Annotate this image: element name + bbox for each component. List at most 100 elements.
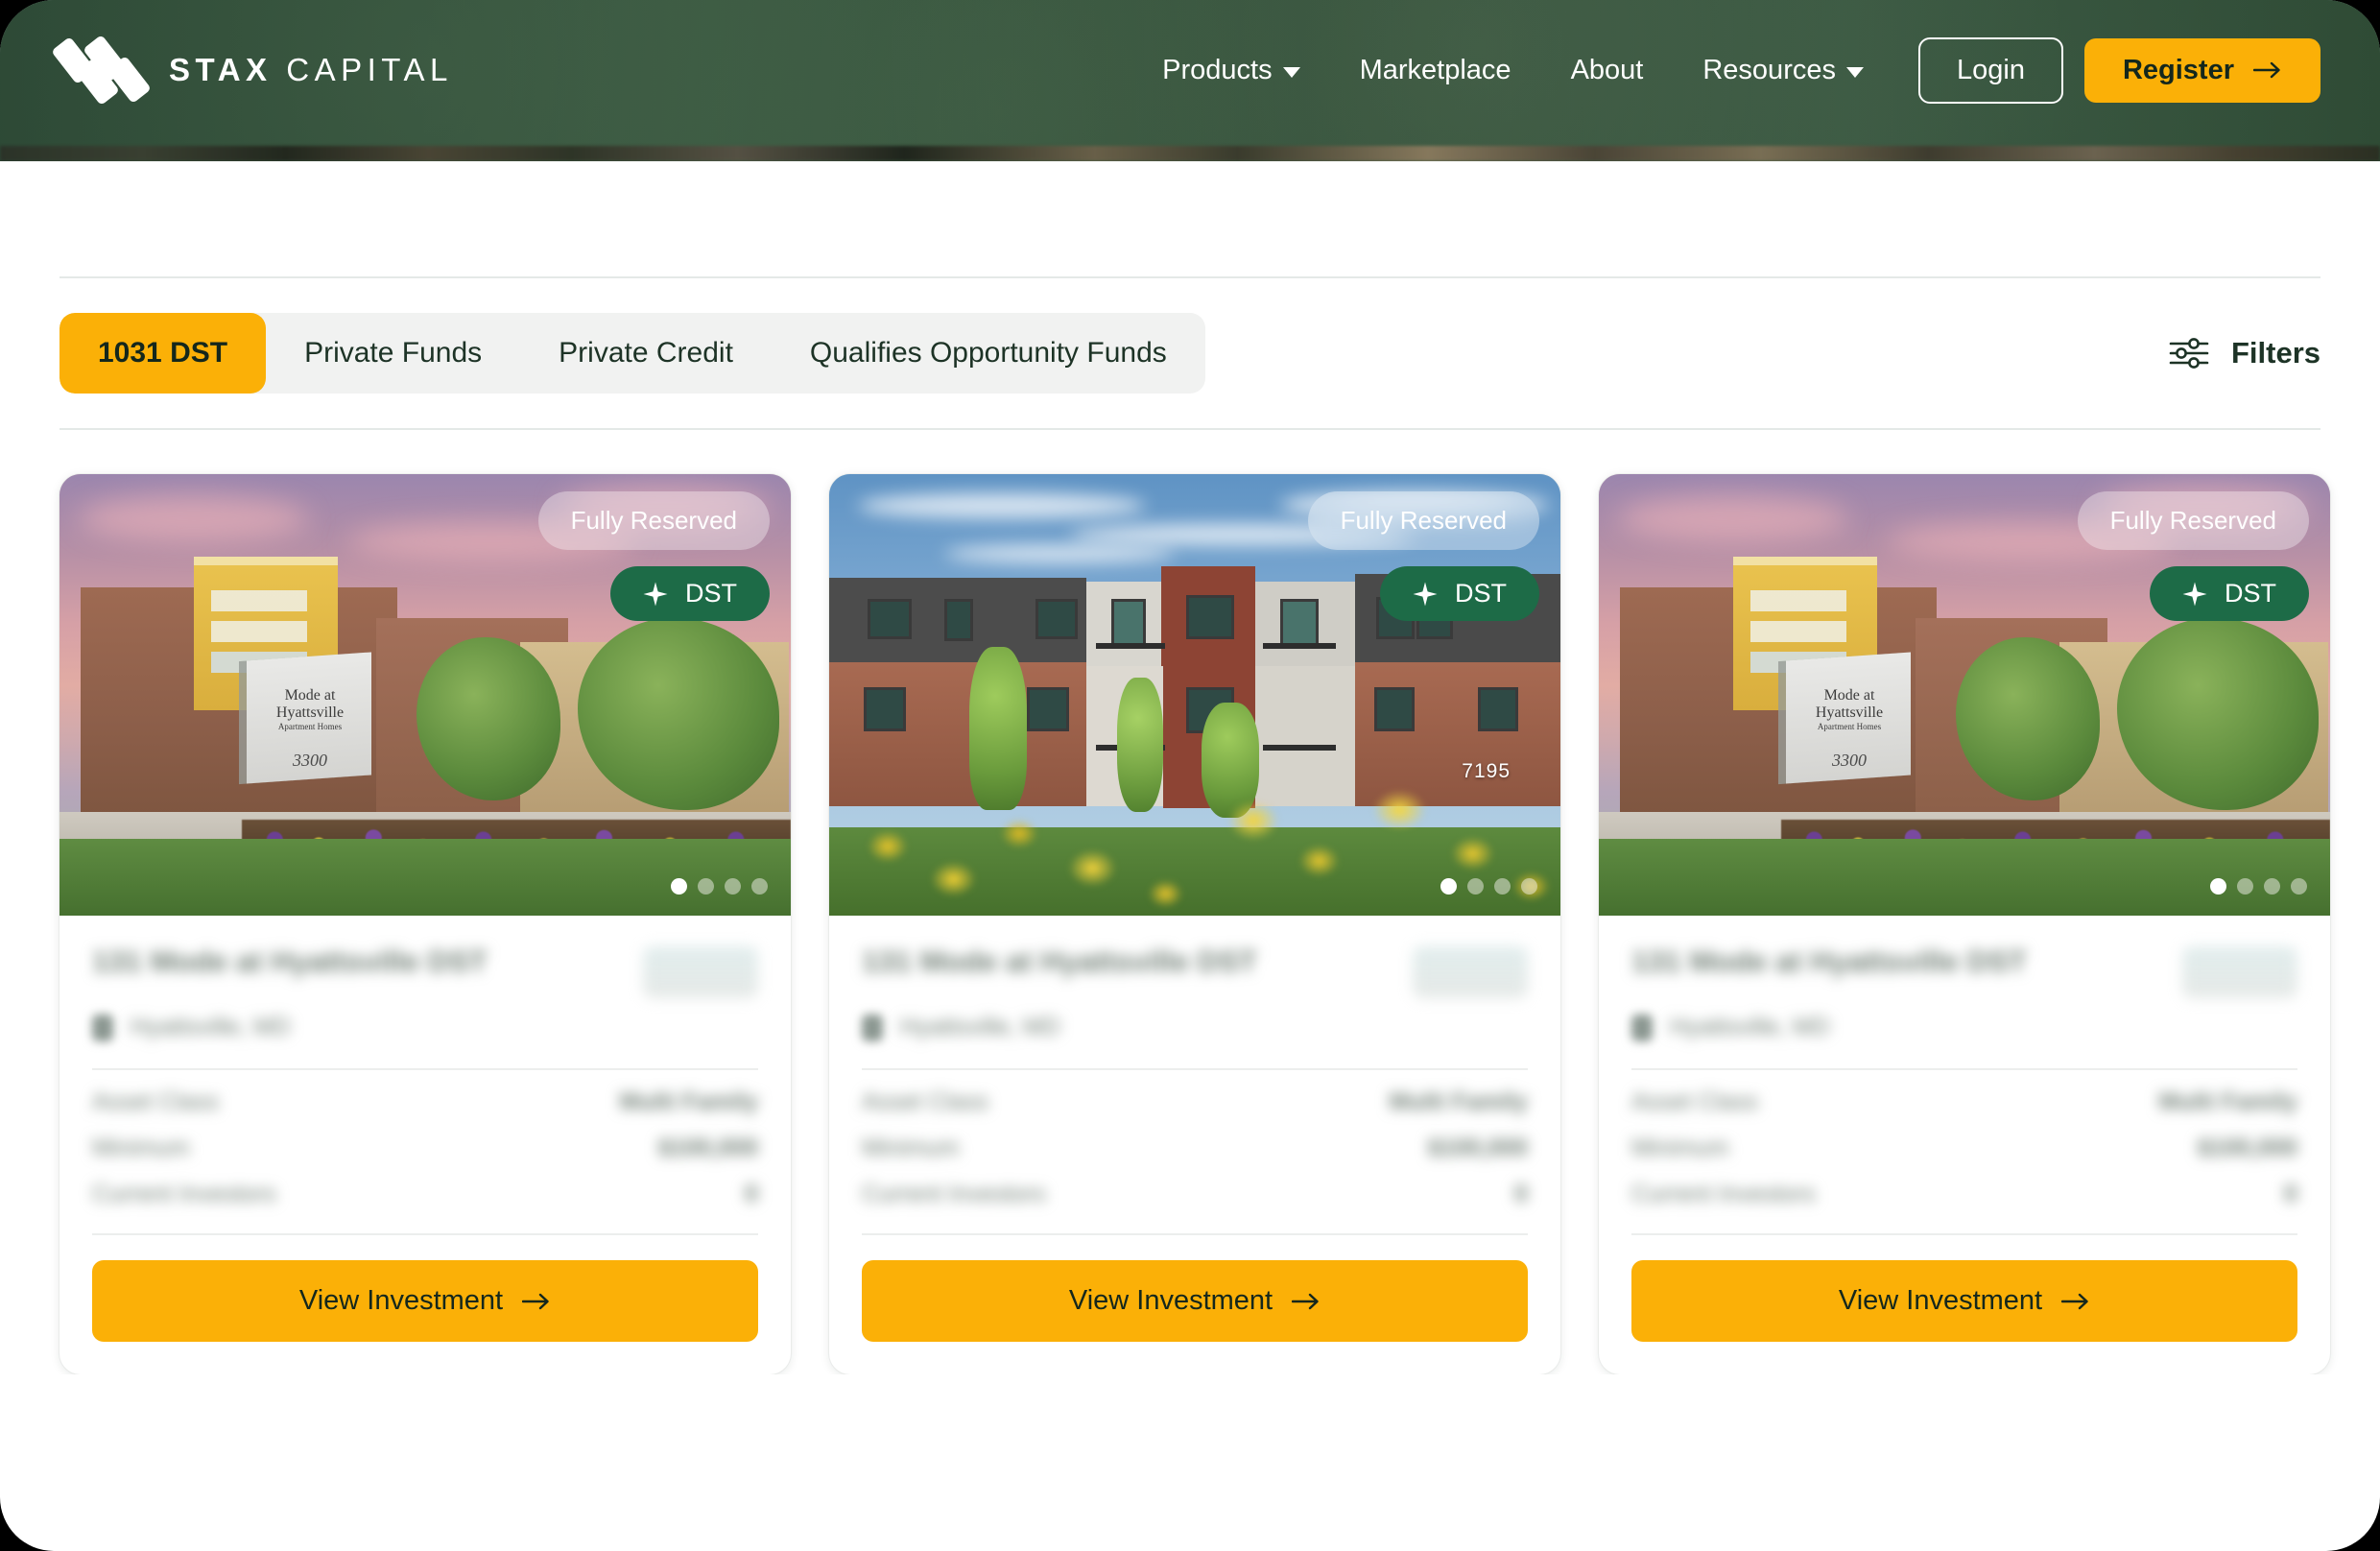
- stat-value: $100,000: [1427, 1134, 1528, 1161]
- stat-row: Asset Class Multi Family: [862, 1070, 1528, 1116]
- photo-lawn: [60, 839, 791, 916]
- photo-sign-line3: Apartment Homes: [1817, 722, 1882, 731]
- card-photo-carousel[interactable]: Mode at Hyattsville Apartment Homes 3300…: [60, 474, 791, 916]
- filters-button[interactable]: Filters: [2168, 336, 2320, 370]
- nav-item-products[interactable]: Products: [1132, 55, 1329, 86]
- investment-card[interactable]: 7195 Fully Reserved DST: [829, 474, 1560, 1374]
- stat-label: Current Investors: [92, 1181, 276, 1207]
- carousel-dot[interactable]: [2237, 878, 2253, 895]
- view-investment-button[interactable]: View Investment: [1631, 1260, 2297, 1342]
- app-shell: STAX CAPITAL Products Marketplace About …: [0, 0, 2380, 1551]
- photo-lawn: [1599, 839, 2330, 916]
- card-body: 131 Mode at Hyattsville DST Hyattsville,…: [1599, 916, 2330, 1208]
- investment-card[interactable]: Mode at Hyattsville Apartment Homes 3300…: [60, 474, 791, 1374]
- photo-window: [868, 599, 912, 639]
- map-pin-icon: [92, 1014, 113, 1041]
- sponsor-logo: [2182, 946, 2297, 998]
- nav-item-products-label: Products: [1162, 54, 1273, 85]
- carousel-dot[interactable]: [725, 878, 741, 895]
- tab-1031-dst[interactable]: 1031 DST: [60, 313, 267, 394]
- brand-name: STAX CAPITAL: [169, 52, 453, 88]
- carousel-dot[interactable]: [1440, 878, 1457, 895]
- arrow-right-icon: [522, 1293, 549, 1309]
- photo-sign-number: 3300: [293, 751, 327, 770]
- card-title: 131 Mode at Hyattsville DST: [1631, 944, 2027, 978]
- carousel-dot[interactable]: [1521, 878, 1537, 895]
- type-badge-label: DST: [2225, 579, 2276, 608]
- carousel-dots: [2210, 878, 2307, 895]
- nav-item-resources[interactable]: Resources: [1673, 55, 1893, 86]
- stat-row: Current Investors 0: [1631, 1162, 2297, 1208]
- register-button[interactable]: Register: [2083, 37, 2320, 103]
- chevron-down-icon: [1282, 67, 1300, 78]
- investment-card[interactable]: Mode at Hyattsville Apartment Homes 3300…: [1599, 474, 2330, 1374]
- stat-label: Asset Class: [92, 1088, 219, 1115]
- carousel-dot[interactable]: [2210, 878, 2226, 895]
- card-photo-carousel[interactable]: Mode at Hyattsville Apartment Homes 3300…: [1599, 474, 2330, 916]
- main-navigation: Products Marketplace About Resources Log…: [1132, 36, 2320, 104]
- photo-balcony-rail: [1263, 643, 1336, 649]
- carousel-dot[interactable]: [1494, 878, 1511, 895]
- card-footer: View Investment: [60, 1208, 791, 1374]
- brand-name-bold: STAX: [169, 52, 273, 87]
- chevron-down-icon: [1845, 67, 1864, 78]
- photo-window: [944, 599, 973, 641]
- photo-window: [864, 687, 906, 731]
- nav-item-about-label: About: [1570, 54, 1644, 85]
- carousel-dot[interactable]: [671, 878, 687, 895]
- nav-item-marketplace[interactable]: Marketplace: [1330, 55, 1541, 86]
- brand-name-light: CAPITAL: [286, 52, 453, 87]
- arrow-right-icon: [1292, 1293, 1319, 1309]
- card-title: 131 Mode at Hyattsville DST: [92, 944, 488, 978]
- carousel-dot[interactable]: [698, 878, 714, 895]
- photo-sign-line3: Apartment Homes: [277, 722, 343, 731]
- card-location: Hyattsville, MD: [1670, 1014, 1830, 1040]
- stat-label: Minimum: [92, 1134, 190, 1161]
- photo-sign-line2: Hyattsville: [1815, 704, 1884, 721]
- photo-window: [1374, 687, 1415, 731]
- photo-sign-line2: Hyattsville: [275, 704, 345, 721]
- photo-balcony-door: [1111, 599, 1146, 649]
- carousel-dot[interactable]: [2291, 878, 2307, 895]
- photo-cloud: [79, 495, 309, 541]
- view-investment-button[interactable]: View Investment: [862, 1260, 1528, 1342]
- type-badge: DST: [2150, 566, 2309, 621]
- register-button-label: Register: [2122, 54, 2234, 85]
- card-location: Hyattsville, MD: [131, 1014, 291, 1040]
- view-investment-button[interactable]: View Investment: [92, 1260, 758, 1342]
- stax-stack-logo-icon: [51, 34, 152, 107]
- carousel-dots: [671, 878, 768, 895]
- card-footer-divider: [92, 1233, 758, 1235]
- stat-row: Current Investors 0: [862, 1162, 1528, 1208]
- photo-balcony-rail: [1096, 643, 1165, 649]
- stat-label: Minimum: [862, 1134, 960, 1161]
- sparkle-icon: [2182, 582, 2207, 606]
- carousel-dot[interactable]: [2264, 878, 2280, 895]
- photo-sign-line1: Mode at: [284, 687, 336, 704]
- status-badge: Fully Reserved: [537, 491, 770, 550]
- stat-value: Multi Family: [1389, 1088, 1528, 1115]
- nav-item-about[interactable]: About: [1541, 55, 1674, 86]
- site-header: STAX CAPITAL Products Marketplace About …: [0, 0, 2380, 161]
- carousel-dot[interactable]: [751, 878, 768, 895]
- photo-sign-line1: Mode at: [1823, 687, 1875, 704]
- photo-cloud: [1618, 495, 1848, 541]
- tab-qualifies-opportunity-funds[interactable]: Qualifies Opportunity Funds: [772, 313, 1205, 394]
- stat-label: Asset Class: [862, 1088, 988, 1115]
- tab-private-funds[interactable]: Private Funds: [266, 313, 520, 394]
- type-badge-label: DST: [685, 579, 737, 608]
- carousel-dot[interactable]: [1467, 878, 1484, 895]
- brand-logo[interactable]: STAX CAPITAL: [51, 34, 453, 107]
- stat-value: Multi Family: [619, 1088, 758, 1115]
- map-pin-icon: [862, 1014, 883, 1041]
- photo-cloud: [858, 493, 1146, 518]
- sponsor-logo: [643, 946, 758, 998]
- photo-window: [1035, 599, 1078, 639]
- card-photo-carousel[interactable]: 7195 Fully Reserved DST: [829, 474, 1560, 916]
- tab-private-credit[interactable]: Private Credit: [520, 313, 772, 394]
- stat-label: Asset Class: [1631, 1088, 1758, 1115]
- login-button[interactable]: Login: [1917, 36, 2063, 104]
- photo-window: [1186, 595, 1234, 639]
- photo-cloud: [944, 545, 1175, 562]
- carousel-dots: [1440, 878, 1537, 895]
